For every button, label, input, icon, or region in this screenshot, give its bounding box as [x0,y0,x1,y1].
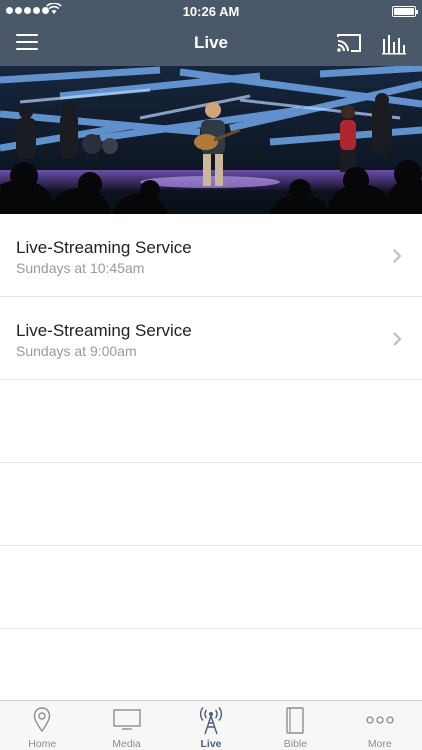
service-schedule: Sundays at 9:00am [16,343,137,359]
audio-levels-icon[interactable] [382,33,406,55]
status-bar: 10:26 AM [0,0,422,22]
tab-label: Bible [283,738,308,750]
service-title: Live-Streaming Service [16,321,192,340]
stage-image [0,66,422,214]
tab-label: Home [28,738,57,750]
more-dots-icon [366,716,394,724]
tab-media[interactable]: Media [84,701,168,750]
cast-icon[interactable] [336,32,362,54]
map-pin-icon [34,707,51,733]
tab-bible[interactable]: Bible [253,701,337,750]
nav-bar: Live [0,22,422,66]
tab-live[interactable]: Live [169,701,253,750]
book-icon [286,707,305,734]
list-item[interactable]: Live-Streaming Service Sundays at 9:00am [0,297,422,380]
tv-icon [112,709,141,730]
chevron-right-icon [393,249,402,263]
tab-label: More [367,738,392,750]
service-schedule: Sundays at 10:45am [16,260,145,276]
chevron-right-icon [393,332,402,346]
service-list: Live-Streaming Service Sundays at 10:45a… [0,214,422,629]
empty-row [0,546,422,629]
empty-row [0,380,422,463]
tab-label: Media [112,738,141,750]
broadcast-tower-icon [199,707,223,735]
battery-icon [392,6,418,17]
live-worship-banner [0,66,422,214]
service-title: Live-Streaming Service [16,238,192,257]
empty-row [0,463,422,546]
tab-bar: Home Media Live Bible More [0,700,422,750]
tab-label: Live [200,738,222,750]
tab-more[interactable]: More [338,701,422,750]
status-time: 10:26 AM [182,4,240,19]
tab-home[interactable]: Home [0,701,84,750]
list-item[interactable]: Live-Streaming Service Sundays at 10:45a… [0,214,422,297]
app-header: 10:26 AM Live [0,0,422,66]
